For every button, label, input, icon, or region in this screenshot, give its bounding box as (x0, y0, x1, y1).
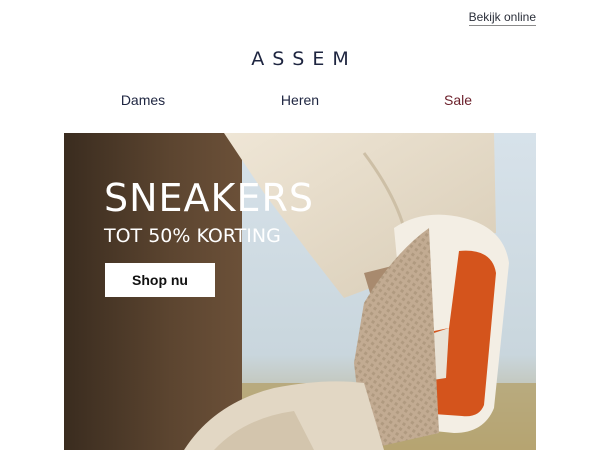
nav-item-sale[interactable]: Sale (444, 92, 472, 108)
hero-headline: SNEAKERS (104, 176, 315, 220)
hero-subline: TOT 50% KORTING (104, 225, 281, 247)
view-online-link[interactable]: Bekijk online (468, 10, 536, 26)
nav-item-heren[interactable]: Heren (281, 92, 319, 108)
hero-banner[interactable]: SNEAKERS TOT 50% KORTING Shop nu (64, 133, 536, 450)
nav-item-dames[interactable]: Dames (121, 92, 165, 108)
shop-now-button[interactable]: Shop nu (105, 263, 215, 297)
main-nav: Dames Heren Sale (64, 92, 536, 112)
brand-logo[interactable]: ASSEM (0, 48, 600, 70)
